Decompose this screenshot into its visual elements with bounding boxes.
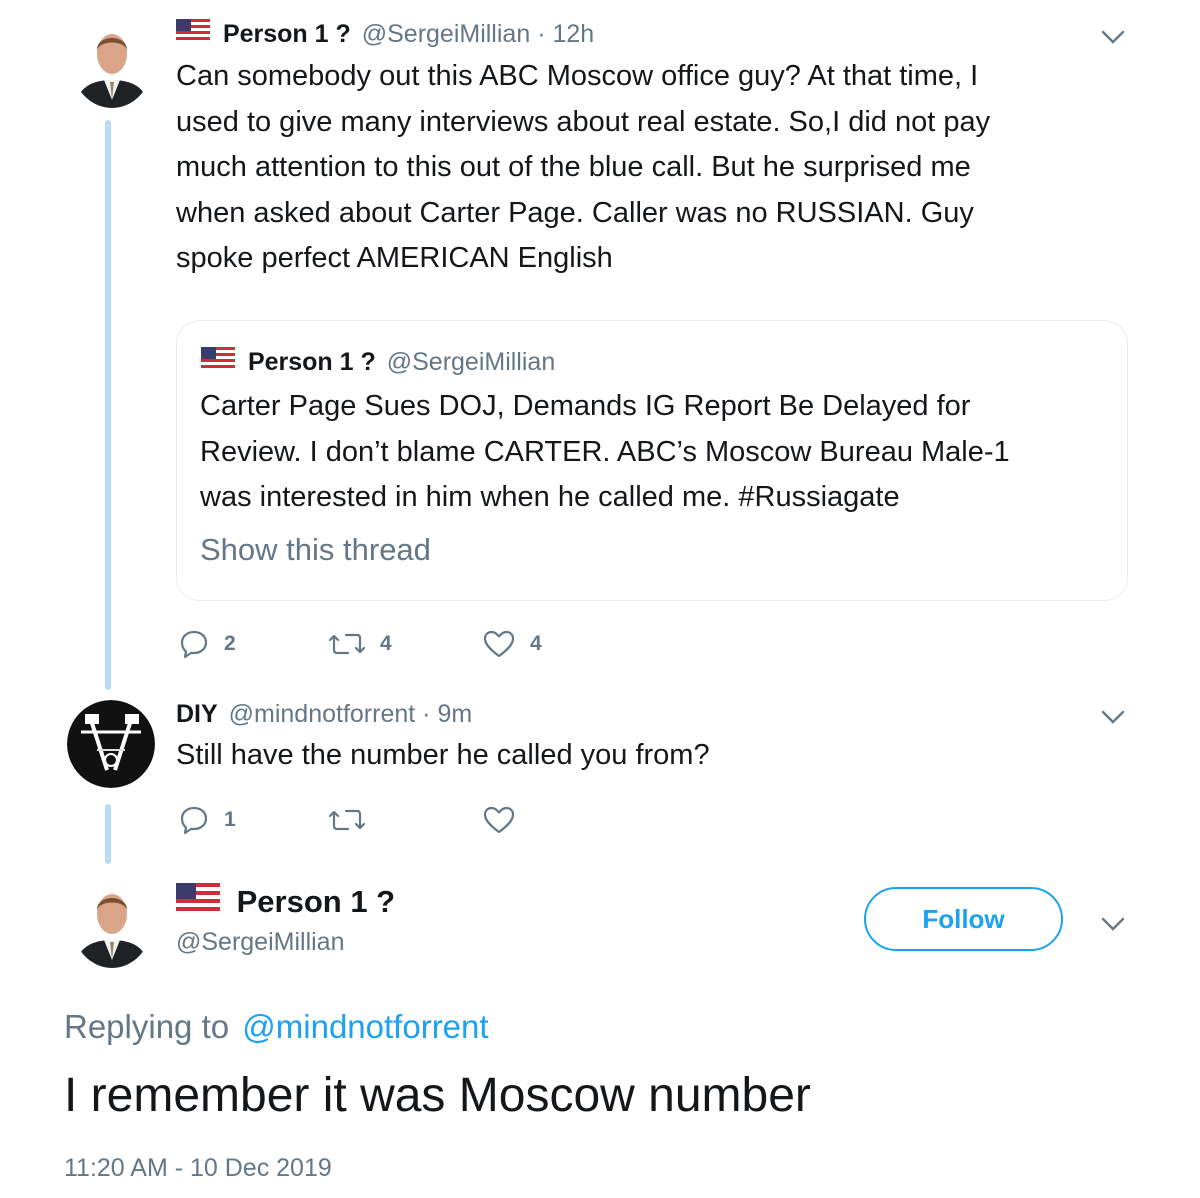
tweet-header: DIY @mindnotforrent · 9m	[176, 698, 472, 730]
retweet-icon	[328, 633, 366, 655]
handle[interactable]: @SergeiMillian	[362, 20, 531, 48]
reply-count: 1	[224, 808, 236, 831]
reply-icon	[180, 630, 208, 659]
show-thread-link[interactable]: Show this thread	[200, 532, 431, 568]
timestamp[interactable]: · 9m	[422, 700, 472, 728]
quote-header: Person 1 ? @SergeiMillian	[201, 346, 555, 379]
heart-icon	[483, 630, 515, 658]
avatar[interactable]	[72, 20, 152, 108]
reply-button[interactable]: 2	[178, 628, 236, 660]
retweet-icon	[328, 809, 366, 831]
reply-icon	[180, 806, 208, 835]
retweet-button[interactable]: 4	[328, 628, 392, 660]
quoted-tweet[interactable]: Person 1 ? @SergeiMillian Carter Page Su…	[176, 320, 1128, 601]
tweet-line: used to give many interviews about real …	[176, 105, 991, 138]
tweet-text: Still have the number he called you from…	[176, 739, 710, 771]
tweet-header: Person 1 ? @SergeiMillian · 12h	[176, 18, 594, 51]
quote-line: was interested in him when he called me.…	[200, 481, 900, 513]
us-flag-icon	[176, 882, 220, 925]
timestamp[interactable]: · 12h	[537, 20, 594, 48]
retweet-button[interactable]	[328, 804, 366, 836]
thread-line	[105, 804, 111, 864]
like-count: 4	[530, 632, 542, 655]
tweet-line: when asked about Carter Page. Caller was…	[176, 196, 974, 229]
display-name[interactable]: DIY	[176, 700, 218, 728]
like-button[interactable]: 4	[482, 628, 542, 660]
quote-text: Carter Page Sues DOJ, Demands IG Report …	[200, 384, 1010, 521]
replying-prefix: Replying to	[64, 1008, 230, 1045]
thread-line	[105, 120, 111, 690]
main-timestamp[interactable]: 11:20 AM - 10 Dec 2019	[64, 1154, 332, 1183]
quote-line: Carter Page Sues DOJ, Demands IG Report …	[200, 390, 971, 422]
avatar[interactable]	[67, 700, 155, 788]
chevron-down-icon[interactable]	[1100, 28, 1126, 51]
avatar-tools-image	[67, 700, 155, 788]
main-tweet-text: I remember it was Moscow number	[64, 1069, 811, 1122]
tweet-line: spoke perfect AMERICAN English	[176, 242, 613, 274]
replying-to: Replying to @mindnotforrent	[64, 1008, 489, 1046]
avatar-person-image	[72, 20, 152, 108]
heart-icon	[483, 806, 515, 834]
reply-count: 2	[224, 632, 236, 655]
us-flag-icon	[201, 347, 235, 379]
us-flag-icon	[176, 19, 210, 51]
tweet-text: Can somebody out this ABC Moscow office …	[176, 54, 990, 282]
quote-display-name: Person 1 ?	[247, 348, 376, 376]
like-button[interactable]	[482, 804, 516, 836]
retweet-count: 4	[380, 632, 392, 655]
replying-handle-link[interactable]: @mindnotforrent	[242, 1008, 488, 1045]
avatar-person-image	[72, 878, 152, 968]
chevron-down-icon[interactable]	[1100, 915, 1126, 938]
handle[interactable]: @SergeiMillian	[176, 928, 345, 957]
chevron-down-icon[interactable]	[1100, 708, 1126, 731]
quote-handle: @SergeiMillian	[386, 348, 556, 376]
quote-line: Review. I don’t blame CARTER. ABC’s Mosc…	[200, 435, 1010, 468]
display-name[interactable]: Person 1 ?	[223, 20, 351, 48]
avatar[interactable]	[72, 878, 152, 968]
follow-button[interactable]: Follow	[864, 887, 1063, 951]
display-name[interactable]: Person 1 ?	[237, 884, 396, 919]
handle[interactable]: @mindnotforrent	[229, 700, 416, 728]
tweet-line: much attention to this out of the blue c…	[176, 151, 971, 183]
main-author-name: Person 1 ?	[176, 882, 395, 925]
tweet-line: Can somebody out this ABC Moscow office …	[176, 60, 979, 92]
reply-button[interactable]: 1	[178, 804, 236, 836]
